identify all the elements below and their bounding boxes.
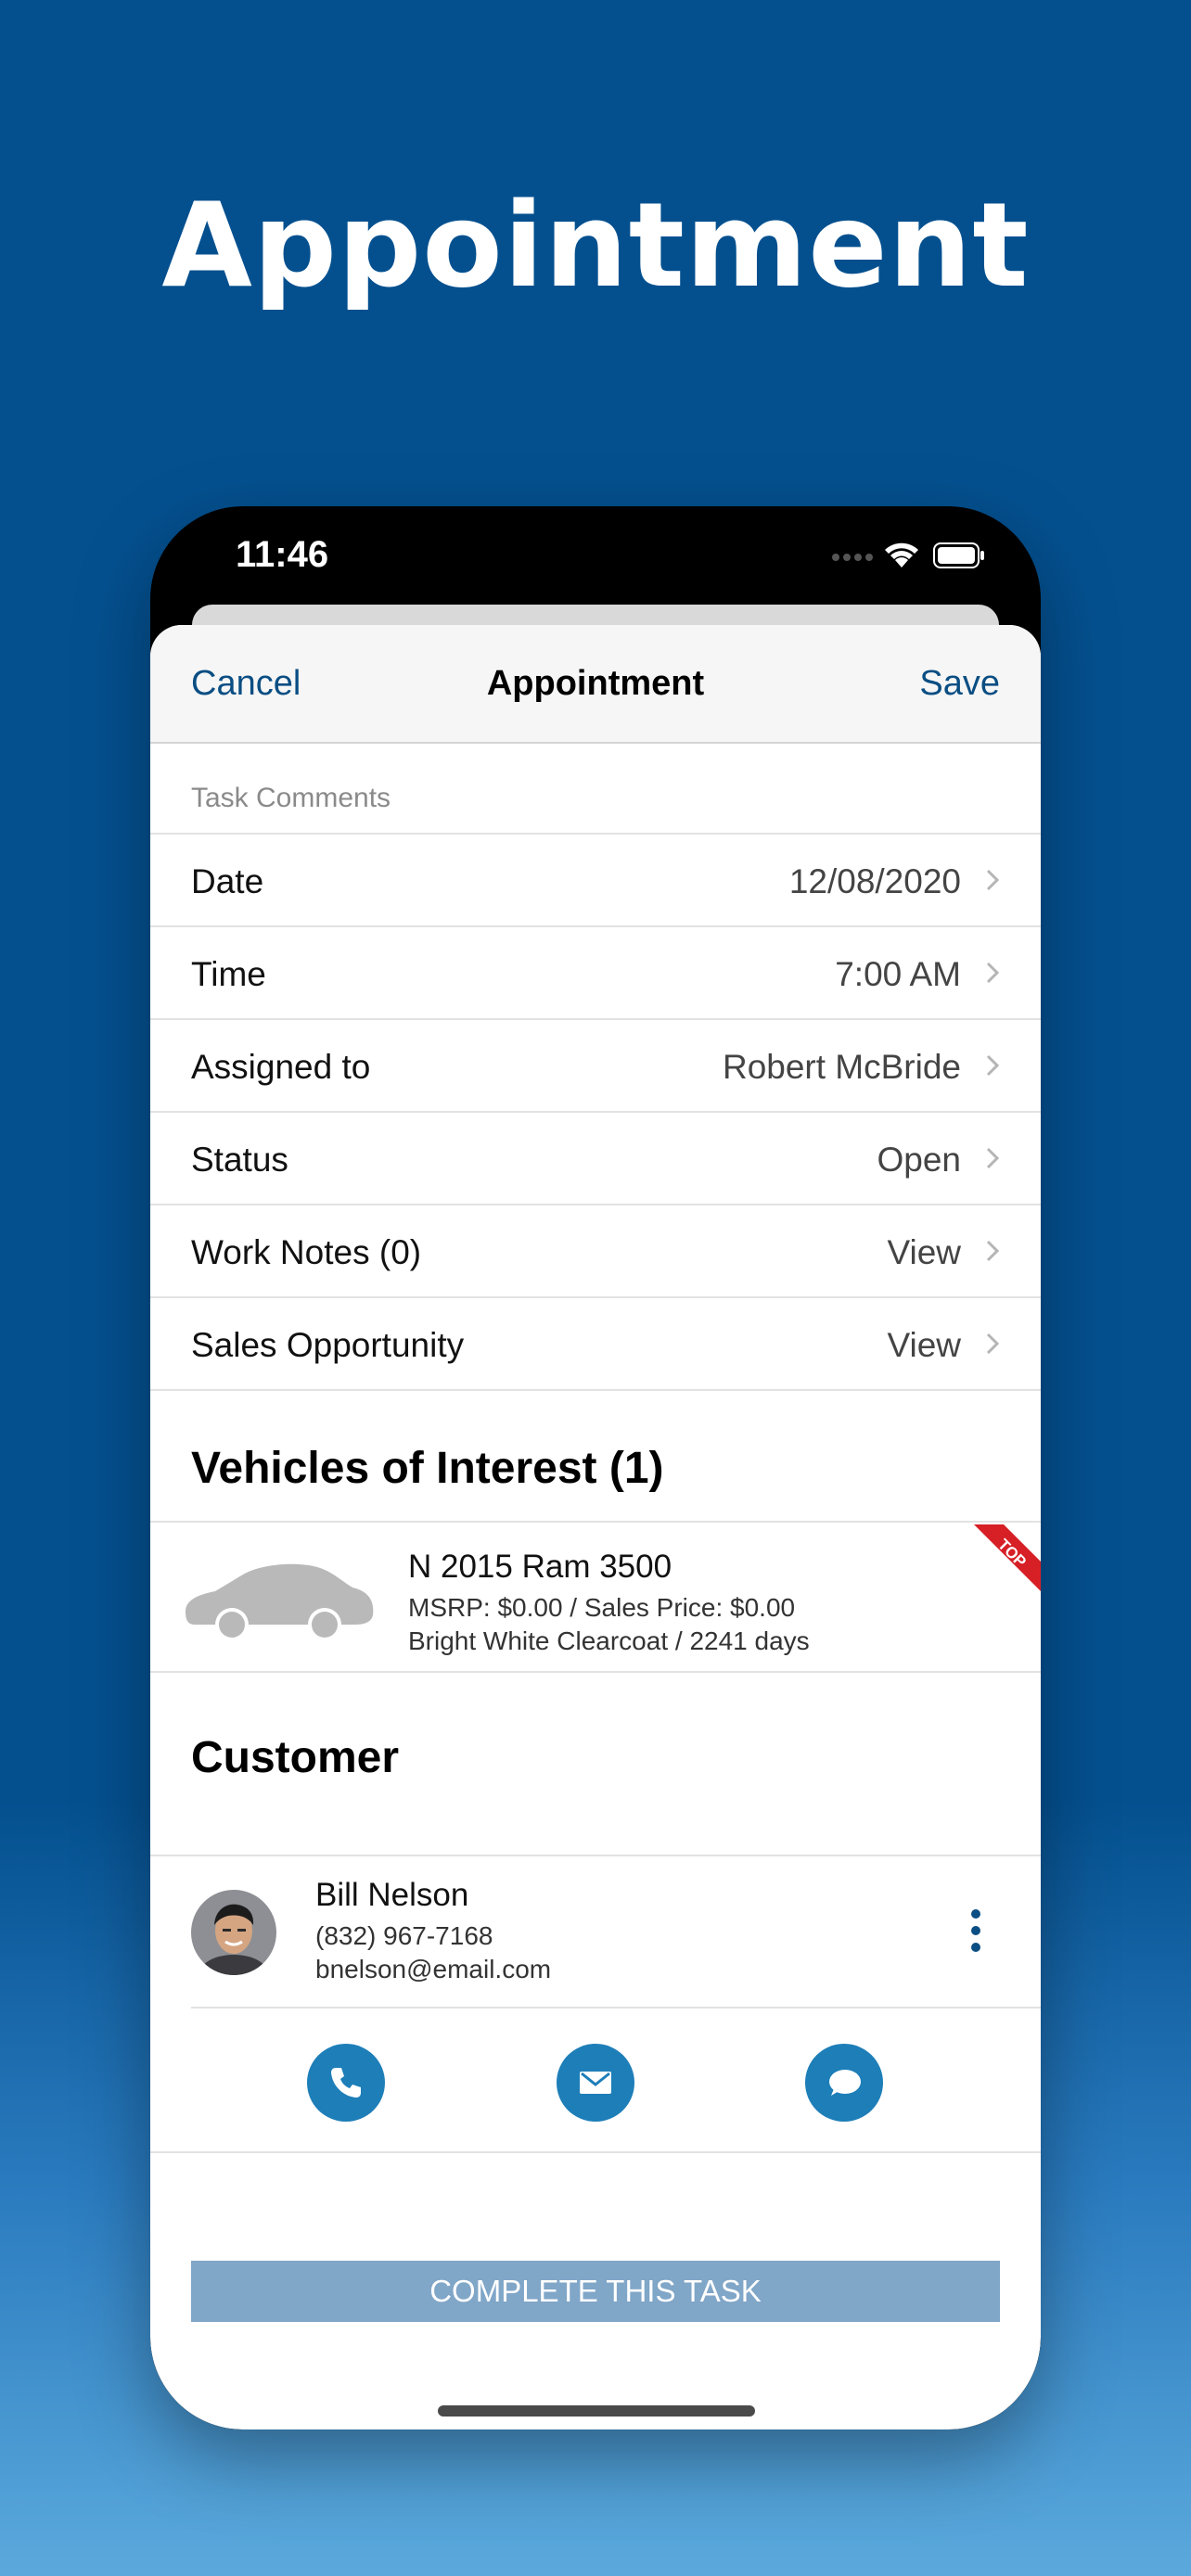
row-assigned-to[interactable]: Assigned to Robert McBride bbox=[150, 1020, 1041, 1111]
top-badge: TOP bbox=[974, 1524, 1041, 1591]
row-label: Time bbox=[191, 955, 266, 993]
row-label: Status bbox=[191, 1141, 288, 1179]
task-comments-field[interactable]: Task Comments bbox=[191, 783, 391, 814]
avatar[interactable] bbox=[191, 1890, 276, 1975]
chevron-right-icon bbox=[986, 1333, 1000, 1355]
call-button[interactable] bbox=[307, 2044, 385, 2122]
row-value: 12/08/2020 bbox=[788, 862, 961, 900]
more-vertical-icon[interactable] bbox=[967, 1908, 985, 1953]
battery-icon bbox=[933, 542, 984, 568]
save-button[interactable]: Save bbox=[919, 664, 1000, 704]
status-time: 11:46 bbox=[236, 534, 329, 575]
chat-icon bbox=[829, 2070, 861, 2096]
email-button[interactable] bbox=[557, 2044, 634, 2122]
row-label: Work Notes (0) bbox=[191, 1233, 422, 1271]
row-value: View bbox=[887, 1233, 961, 1271]
row-value: View bbox=[887, 1326, 961, 1364]
chevron-right-icon bbox=[986, 869, 1000, 891]
complete-task-button[interactable]: COMPLETE THIS TASK bbox=[191, 2261, 1000, 2322]
phone-icon bbox=[331, 2068, 361, 2098]
home-indicator[interactable] bbox=[438, 2405, 755, 2417]
mail-icon bbox=[580, 2072, 611, 2094]
status-bar: 11:46 bbox=[150, 506, 1041, 608]
wifi-icon bbox=[885, 542, 918, 567]
nav-title: Appointment bbox=[486, 664, 705, 703]
customer-section-title: Customer bbox=[191, 1733, 400, 1782]
vehicle-image bbox=[186, 1563, 374, 1638]
row-value: 7:00 AM bbox=[835, 955, 961, 993]
signal-icon bbox=[832, 554, 873, 561]
hero-title: Appointment bbox=[161, 177, 1030, 313]
vehicle-price: MSRP: $0.00 / Sales Price: $0.00 bbox=[408, 1593, 796, 1622]
vehicle-name[interactable]: N 2015 Ram 3500 bbox=[408, 1549, 672, 1586]
chevron-right-icon bbox=[986, 962, 1000, 984]
row-date[interactable]: Date 12/08/2020 bbox=[150, 835, 1041, 925]
chevron-right-icon bbox=[986, 1147, 1000, 1169]
row-value: Robert McBride bbox=[722, 1048, 961, 1086]
message-button[interactable] bbox=[805, 2044, 883, 2122]
nav-bar: Cancel Appointment Save bbox=[150, 625, 1041, 744]
divider bbox=[191, 2007, 1041, 2009]
row-value: Open bbox=[877, 1141, 961, 1179]
vehicle-details: Bright White Clearcoat / 2241 days bbox=[408, 1626, 810, 1655]
row-label: Assigned to bbox=[191, 1048, 371, 1086]
divider bbox=[150, 1671, 1041, 1673]
vehicles-section-title: Vehicles of Interest (1) bbox=[191, 1444, 664, 1493]
divider bbox=[150, 1389, 1041, 1391]
chevron-right-icon bbox=[986, 1240, 1000, 1262]
row-work-notes[interactable]: Work Notes (0) View bbox=[150, 1205, 1041, 1296]
divider bbox=[150, 1521, 1041, 1523]
phone-frame: 11:46 Cancel Appointment Save Task Comme… bbox=[150, 506, 1041, 2429]
row-status[interactable]: Status Open bbox=[150, 1113, 1041, 1204]
row-sales-opportunity[interactable]: Sales Opportunity View bbox=[150, 1298, 1041, 1389]
divider bbox=[150, 1855, 1041, 1856]
appointment-sheet: Cancel Appointment Save Task Comments Da… bbox=[150, 625, 1041, 2429]
row-time[interactable]: Time 7:00 AM bbox=[150, 927, 1041, 1018]
row-label: Sales Opportunity bbox=[191, 1326, 465, 1364]
customer-name: Bill Nelson bbox=[315, 1877, 469, 1913]
row-label: Date bbox=[191, 862, 264, 900]
chevron-right-icon bbox=[986, 1054, 1000, 1077]
customer-email: bnelson@email.com bbox=[315, 1955, 552, 1983]
divider bbox=[150, 2151, 1041, 2153]
customer-phone: (832) 967-7168 bbox=[315, 1921, 493, 1950]
